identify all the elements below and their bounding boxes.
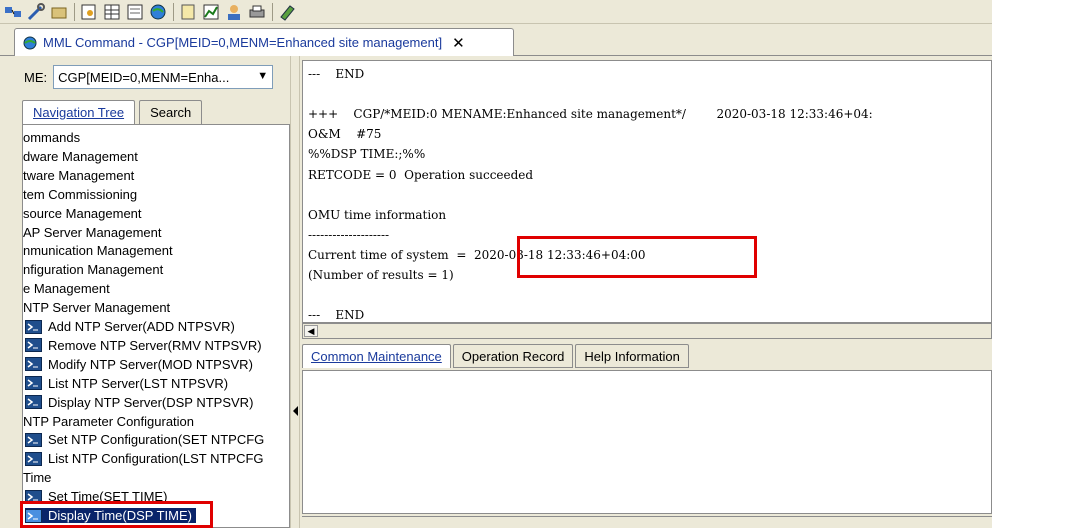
navigation-tree: ommands dware Management tware Management t… [22, 124, 290, 528]
tree-item-label: source Management [23, 205, 142, 221]
chevron-down-icon[interactable]: ▼ [257, 70, 268, 82]
command-icon [25, 319, 42, 334]
tree-folder-item[interactable]: ommands [23, 128, 80, 147]
console-line: %%DSP TIME:;%% [308, 147, 426, 162]
tree-item-label: nfiguration Management [23, 262, 164, 278]
horizontal-scrollbar[interactable]: ◀ [302, 323, 992, 339]
command-icon [25, 432, 42, 447]
tree-command-item[interactable]: List NTP Configuration(LST NTPCFG [25, 449, 264, 468]
tree-command-item[interactable]: List NTP Server(LST NTPSVR) [25, 374, 228, 393]
console-line: (Number of results = 1) [308, 268, 454, 282]
toolbar-list-icon[interactable] [124, 2, 146, 22]
toolbar-doc-icon[interactable] [177, 2, 199, 22]
toolbar-print-icon[interactable] [246, 2, 268, 22]
left-tabs: Navigation Tree Search [22, 100, 206, 124]
tab-title: MML Command - CGP[MEID=0,MENM=Enhanced s… [43, 35, 443, 50]
tree-item-label: NTP Server Management [23, 300, 171, 316]
toolbar-user-icon[interactable] [223, 2, 245, 22]
tree-folder-item[interactable]: nmunication Management [23, 241, 173, 260]
tree-command-item[interactable]: Modify NTP Server(MOD NTPSVR) [25, 355, 253, 374]
toolbar-folder-icon[interactable] [48, 2, 70, 22]
tree-item-label: List NTP Configuration(LST NTPCFG [48, 451, 264, 467]
command-icon [25, 357, 42, 372]
tree-item-label: AP Server Management [23, 224, 162, 240]
toolbar-report-icon[interactable] [78, 2, 100, 22]
me-dropdown-value: CGP[MEID=0,MENM=Enha... [58, 69, 230, 85]
tree-folder-item[interactable]: tware Management [23, 166, 134, 185]
tree-command-item[interactable]: Add NTP Server(ADD NTPSVR) [25, 317, 235, 336]
tab-operation-record[interactable]: Operation Record [452, 344, 574, 368]
document-tab-bar: MML Command - CGP[MEID=0,MENM=Enhanced s… [0, 26, 992, 56]
command-icon [25, 338, 42, 353]
console-line: --- END [308, 308, 365, 323]
console-line: O&M #75 [308, 127, 382, 142]
tab-help-information[interactable]: Help Information [575, 344, 689, 368]
mml-command-tab[interactable]: MML Command - CGP[MEID=0,MENM=Enhanced s… [14, 28, 514, 56]
tree-command-item[interactable]: Set NTP Configuration(SET NTPCFG [25, 430, 264, 449]
tree-command-item[interactable]: Display NTP Server(DSP NTPSVR) [25, 393, 253, 412]
tree-item-label: tem Commissioning [23, 186, 138, 202]
tree-item-label: dware Management [23, 148, 138, 164]
panel-splitter[interactable] [290, 56, 300, 528]
tree-item-label: List NTP Server(LST NTPSVR) [48, 375, 229, 391]
tree-item-label: tware Management [23, 167, 135, 183]
tab-common-maintenance[interactable]: Common Maintenance [302, 344, 451, 368]
toolbar [0, 0, 992, 24]
tree-folder-item[interactable]: tem Commissioning [23, 185, 137, 204]
console-line: +++ CGP/*MEID:0 MENAME:Enhanced site man… [308, 107, 873, 122]
tree-item-label: Add NTP Server(ADD NTPSVR) [48, 319, 235, 334]
tree-item-label: NTP Parameter Configuration [23, 413, 195, 429]
status-strip [302, 516, 992, 528]
tree-item-label: ommands [23, 130, 81, 145]
console-line: -------------------- [308, 227, 390, 242]
tree-folder-item[interactable]: e Management [23, 279, 110, 298]
output-console[interactable]: --- END +++ CGP/*MEID:0 MENAME:Enhanced s… [302, 60, 992, 323]
tree-folder-item[interactable]: source Management [23, 204, 142, 223]
highlight-display-time [20, 501, 213, 528]
scroll-left-icon[interactable]: ◀ [304, 325, 318, 337]
highlight-current-time [517, 236, 757, 278]
application-window: MML Command - CGP[MEID=0,MENM=Enhanced s… [0, 0, 992, 528]
tree-item-label: Time [23, 470, 52, 486]
tree-folder-item[interactable]: NTP Parameter Configuration [23, 412, 194, 431]
tree-folder-item[interactable]: nfiguration Management [23, 260, 163, 279]
console-line: RETCODE = 0 Operation succeeded [308, 167, 534, 182]
tree-folder-item[interactable]: dware Management [23, 147, 138, 166]
me-dropdown[interactable]: CGP[MEID=0,MENM=Enha... ▼ [53, 65, 274, 89]
close-icon[interactable]: ✕ [452, 34, 465, 52]
bottom-tabs: Common Maintenance Operation Record Help… [302, 344, 691, 370]
left-panel: ME: CGP[MEID=0,MENM=Enha... ▼ Navigation… [14, 56, 290, 528]
tree-folder-item[interactable]: AP Server Management [23, 223, 162, 242]
toolbar-separator [173, 2, 174, 21]
console-line: --- END [308, 67, 365, 81]
command-icon [25, 395, 42, 410]
toolbar-chart-icon[interactable] [200, 2, 222, 22]
tree-item-label: e Management [23, 281, 110, 297]
tab-navigation-tree[interactable]: Navigation Tree [22, 100, 136, 124]
toolbar-network-icon[interactable] [2, 2, 24, 22]
tree-command-item[interactable]: Remove NTP Server(RMV NTPSVR) [25, 336, 262, 355]
command-icon [25, 376, 42, 391]
tree-folder-item[interactable]: Time [23, 468, 51, 487]
toolbar-book-icon[interactable] [276, 2, 298, 22]
tree-item-label: Modify NTP Server(MOD NTPSVR) [48, 356, 253, 372]
tree-item-label: nmunication Management [23, 243, 173, 259]
bottom-panel [302, 370, 992, 514]
console-line: OMU time information [308, 207, 447, 222]
toolbar-globe-icon[interactable] [147, 2, 169, 22]
tree-item-label: Remove NTP Server(RMV NTPSVR) [48, 337, 262, 353]
toolbar-separator [272, 2, 273, 21]
collapse-left-icon[interactable] [293, 406, 298, 416]
me-selector-row: ME: CGP[MEID=0,MENM=Enha... ▼ [14, 64, 290, 90]
command-icon [25, 451, 42, 466]
tree-folder-item[interactable]: NTP Server Management [23, 298, 170, 317]
tree-item-label: Set NTP Configuration(SET NTPCFG [48, 432, 265, 448]
globe-icon [23, 36, 37, 49]
me-label: ME: [24, 69, 48, 85]
toolbar-tools-icon[interactable] [25, 2, 47, 22]
tab-search[interactable]: Search [139, 100, 203, 124]
tree-item-label: Display NTP Server(DSP NTPSVR) [48, 394, 254, 410]
toolbar-grid-icon[interactable] [101, 2, 123, 22]
toolbar-separator [74, 2, 75, 21]
